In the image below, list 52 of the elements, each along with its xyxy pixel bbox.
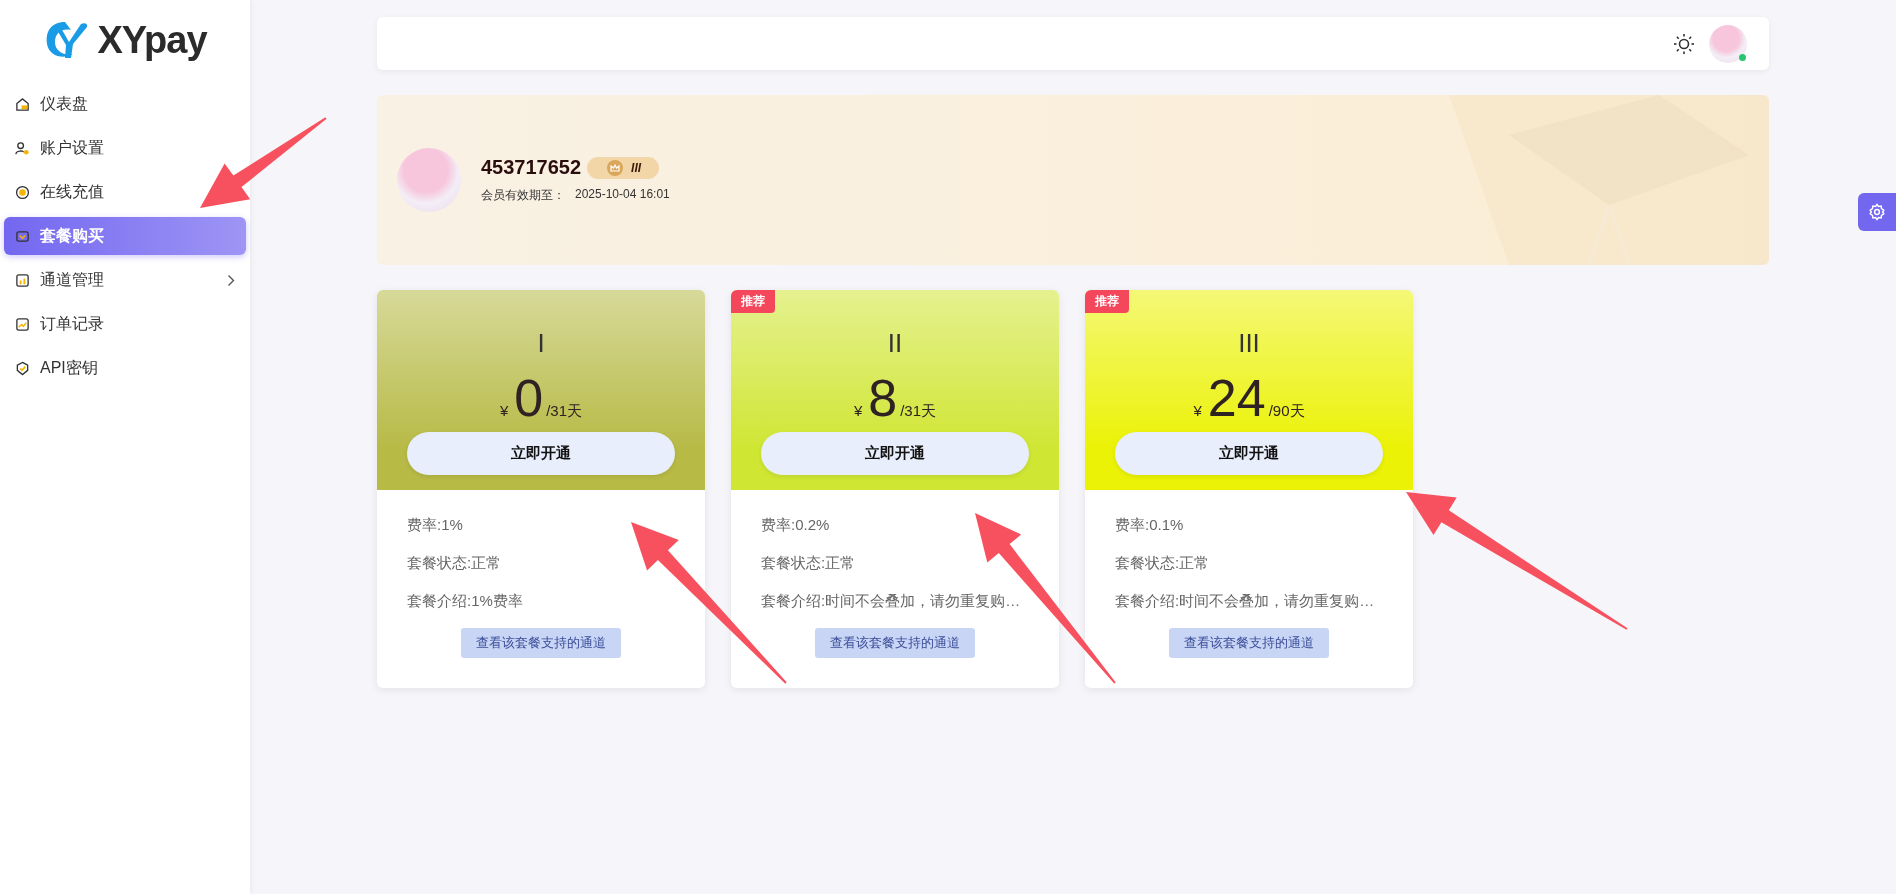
plan-detail: 套餐状态:正常 [407, 554, 502, 572]
house-icon [15, 96, 30, 112]
sun-icon[interactable] [1673, 32, 1695, 55]
view-channels-button[interactable]: 查看该套餐支持的通道 [815, 628, 975, 658]
currency-symbol: ¥ [853, 402, 863, 419]
plan-detail: 套餐状态:正常 [761, 554, 856, 572]
plan-detail: 费率:0.1% [1115, 516, 1184, 534]
expiry-label: 会员有效期至： [481, 187, 565, 204]
activate-button[interactable]: 立即开通 [761, 432, 1029, 475]
plan-detail: 费率:1% [407, 516, 463, 534]
user-icon [15, 140, 30, 156]
plan-detail: 套餐状态:正常 [1115, 554, 1210, 572]
plan-price: 0 [514, 370, 544, 426]
trend-chart-icon [15, 316, 30, 332]
sidebar-item[interactable]: 套餐购买 [4, 217, 246, 255]
settings-button[interactable] [1858, 193, 1896, 231]
currency-symbol: ¥ [499, 402, 509, 419]
currency-symbol: ¥ [1193, 402, 1202, 419]
activate-button[interactable]: 立即开通 [1115, 432, 1383, 475]
sidebar-item[interactable]: 在线充值 [4, 173, 115, 211]
plan-price: 8 [868, 370, 898, 426]
plan-period: /31天 [900, 402, 937, 421]
bar-chart-icon [15, 272, 30, 288]
user-id: 453717652 [481, 156, 582, 179]
box-icon [15, 228, 30, 244]
view-channels-button[interactable]: 查看该套餐支持的通道 [461, 628, 621, 658]
plan-price: 24 [1207, 370, 1266, 426]
sidebar-item[interactable]: 账户设置 [4, 129, 115, 167]
sidebar-item[interactable]: 订单记录 [4, 305, 115, 343]
logo-text: XYpay [97, 18, 207, 62]
view-channels-button[interactable]: 查看该套餐支持的通道 [1169, 628, 1329, 658]
plan-name: I [537, 328, 545, 358]
plan-name: II [887, 328, 903, 358]
expiry-date: 2025-10-04 16:01 [575, 187, 670, 203]
recommended-badge: 推荐 [731, 290, 775, 313]
coin-icon [15, 184, 30, 200]
sidebar-item[interactable]: API密钥 [4, 349, 109, 387]
plan-detail: 套餐介绍:时间不会叠加，请勿重复购… [1115, 592, 1375, 610]
badge-check-icon [15, 360, 30, 376]
plan-detail: 套餐介绍:1%费率 [407, 592, 523, 610]
recommended-badge: 推荐 [1085, 290, 1129, 313]
plan-period: /31天 [546, 402, 583, 421]
plan-period: /90天 [1268, 402, 1305, 421]
crown-icon [607, 159, 624, 176]
plan-detail: 费率:0.2% [761, 516, 830, 534]
sidebar-item[interactable]: 仪表盘 [4, 85, 99, 123]
sidebar-item[interactable]: 通道管理 [4, 261, 246, 299]
settings-icon [1868, 203, 1886, 221]
plan-name: III [1238, 328, 1260, 358]
plan-detail: 套餐介绍:时间不会叠加，请勿重复购… [761, 592, 1021, 610]
level-badge: III [587, 156, 660, 179]
activate-button[interactable]: 立即开通 [407, 432, 675, 475]
